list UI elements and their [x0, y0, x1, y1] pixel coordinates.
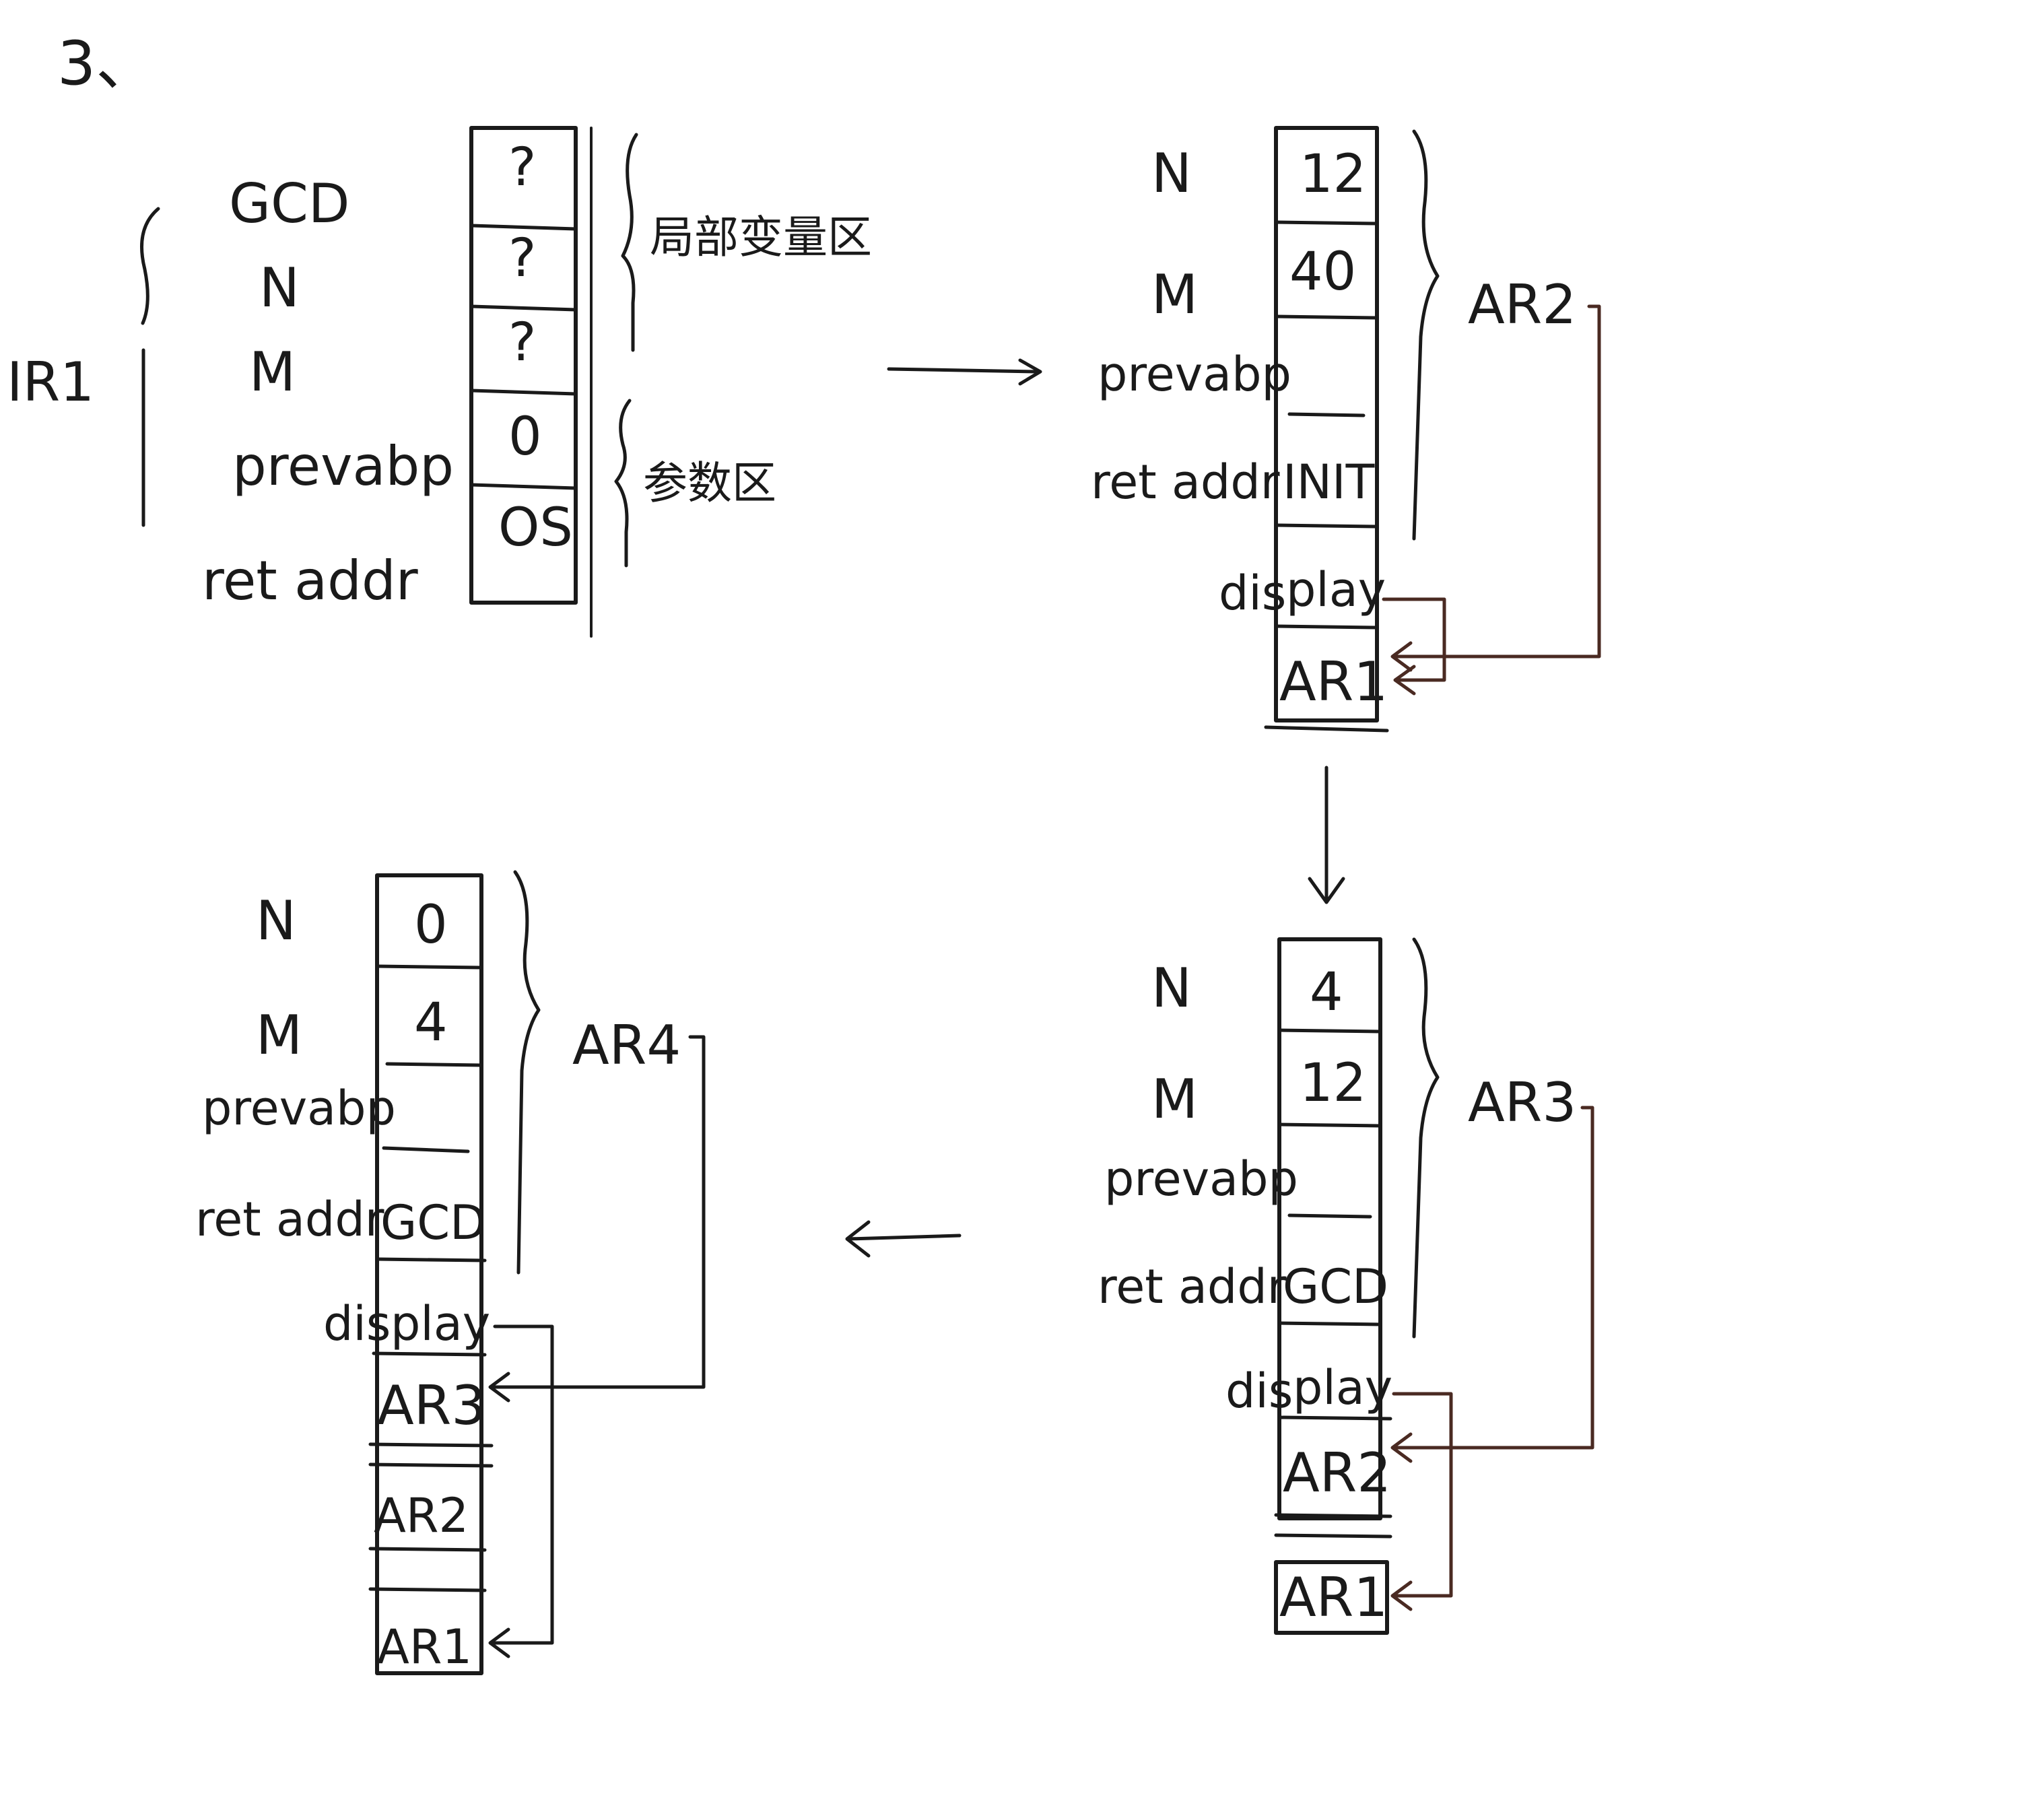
ar1-value-m: ?	[508, 312, 536, 373]
ar1-label-n: N	[259, 257, 300, 319]
ar1-label-ret: ret addr	[202, 549, 418, 612]
ar2-divider	[1287, 412, 1366, 417]
ar2-value-n: 12	[1300, 144, 1366, 205]
ar3-label-m: M	[1151, 1068, 1198, 1131]
ar4-divider	[372, 1351, 487, 1357]
ar2-bottom	[1264, 725, 1389, 733]
ar1-brace-global	[621, 133, 638, 352]
ar1-note-params: 参数区	[643, 457, 776, 509]
ar1-divider	[469, 304, 578, 312]
ar3-static-link	[1392, 1106, 1594, 1450]
ar1-note-global: 局部变量区	[650, 211, 872, 263]
ar3-value-ret: GCD	[1283, 1259, 1388, 1314]
ar1-left-brace	[140, 207, 160, 325]
ar3-label-n: N	[1151, 957, 1192, 1019]
ar4-label-prev: prevabp	[202, 1081, 396, 1136]
ar3-divider	[1277, 1415, 1392, 1421]
ar2-label-m: M	[1151, 263, 1198, 326]
ar4-display-0: AR3	[377, 1374, 485, 1437]
activation-record-diagram: 3、 IR1 GCD N M prevabp ret addr ? ? ? 0 …	[7, 28, 1601, 1675]
ar4-name: AR4	[572, 1014, 681, 1077]
ar1-label-m: M	[249, 341, 296, 403]
ar1-value-ret: OS	[498, 498, 573, 558]
ar2-label-prev: prevabp	[1098, 347, 1291, 402]
ar3-divider	[1277, 1028, 1382, 1034]
ar1-brace-params	[614, 399, 632, 568]
ar1-value-n: ?	[508, 228, 536, 289]
ar2-display-label: play	[1286, 562, 1386, 617]
ar1-divider	[469, 389, 578, 396]
ar3-divider	[1287, 1213, 1372, 1219]
arrow-ar1-to-ar2	[887, 358, 1042, 386]
ar2-display-0: AR1	[1279, 650, 1388, 713]
ar4-display-1: AR2	[374, 1488, 469, 1543]
ar4-label-n: N	[256, 889, 296, 952]
ar4-divider	[368, 1587, 487, 1592]
ar4-value-n: 0	[414, 895, 448, 955]
ar3-label-ret: ret addr	[1098, 1259, 1287, 1314]
ar2-divider	[1274, 220, 1379, 226]
ar3-divider	[1277, 1321, 1382, 1326]
ar3-divider	[1277, 1122, 1382, 1128]
ar1-value-gcd: ?	[508, 137, 536, 198]
ar4-static-link	[490, 1035, 706, 1389]
ar2-stack	[1274, 126, 1379, 722]
ar4-divider	[368, 1462, 494, 1468]
ar4-divider	[375, 964, 483, 970]
ar4-label-ret: ret addr	[195, 1192, 384, 1247]
ar1-label-gcd: GCD	[229, 172, 349, 235]
ar2-divider	[1274, 624, 1379, 630]
ar3-value-n: 4	[1310, 962, 1343, 1023]
ar1-label-prev: prevabp	[232, 435, 454, 498]
page-number: 3、	[57, 28, 156, 99]
ar4-divider	[368, 1547, 487, 1552]
ar2-label-n: N	[1151, 142, 1192, 205]
ar1-value-prev: 0	[508, 407, 542, 467]
arrow-ar3-to-ar4	[845, 1220, 962, 1258]
ar4-display-2: AR1	[377, 1619, 472, 1675]
ar3-label-dis: dis	[1225, 1363, 1293, 1419]
ar3-frame: N M prevabp ret addr dis 4 12 GCD play A…	[1098, 937, 1594, 1635]
arrow-ar2-to-ar3	[1308, 766, 1345, 904]
ar3-display-label: play	[1293, 1360, 1392, 1415]
ar3-stack	[1277, 937, 1382, 1520]
ar4-brace	[513, 870, 541, 1275]
ar2-value-ret: INIT	[1283, 454, 1375, 510]
ar1-name: IR1	[7, 351, 94, 413]
ar4-label-dis: dis	[323, 1296, 391, 1351]
ar3-display-1: AR1	[1279, 1566, 1388, 1629]
ar2-static-link	[1392, 304, 1601, 659]
ar4-divider	[385, 1062, 483, 1067]
ar3-brace	[1412, 937, 1440, 1339]
ar4-divider	[368, 1442, 494, 1448]
ar2-label-ret: ret addr	[1091, 454, 1280, 510]
ar4-display-link	[490, 1324, 554, 1645]
ar4-value-ret: GCD	[380, 1195, 486, 1250]
ar1-divider	[469, 483, 578, 490]
ar2-brace	[1412, 129, 1440, 541]
ar1-frame: IR1 GCD N M prevabp ret addr ? ? ? 0 OS …	[7, 126, 872, 638]
ar4-divider	[375, 1257, 487, 1262]
ar4-display-label: play	[391, 1296, 490, 1351]
ar3-display-0: AR2	[1283, 1442, 1391, 1504]
ar2-divider	[1274, 314, 1379, 320]
ar4-value-m: 4	[414, 992, 448, 1053]
ar3-divider	[1274, 1533, 1392, 1539]
ar4-label-m: M	[256, 1004, 302, 1067]
ar3-name: AR3	[1468, 1071, 1576, 1134]
ar3-value-m: 12	[1300, 1053, 1366, 1114]
ar2-frame: N M prevabp ret addr dis 12 40 INIT play…	[1091, 126, 1601, 733]
ar2-name: AR2	[1468, 273, 1576, 336]
ar3-divider	[1274, 1513, 1392, 1518]
ar4-divider	[382, 1146, 470, 1153]
ar2-divider	[1274, 523, 1379, 529]
ar3-label-prev: prevabp	[1104, 1151, 1298, 1207]
ar2-value-m: 40	[1289, 242, 1356, 302]
ar4-frame: N M prevabp ret addr dis 0 4 GCD play AR…	[195, 870, 706, 1675]
ar3-display-link	[1392, 1392, 1453, 1598]
